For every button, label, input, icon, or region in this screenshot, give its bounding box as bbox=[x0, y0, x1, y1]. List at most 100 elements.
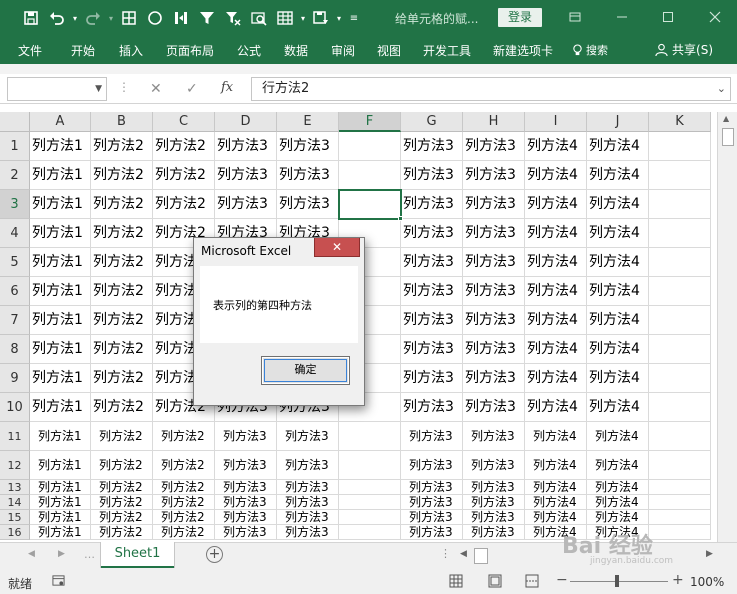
cell-g12[interactable]: 列方法3 bbox=[401, 451, 463, 480]
row-header-7[interactable]: 7 bbox=[0, 306, 30, 335]
insert-function-icon[interactable]: fx bbox=[221, 80, 233, 95]
cell-j1[interactable]: 列方法4 bbox=[587, 132, 649, 161]
cell-h1[interactable]: 列方法3 bbox=[463, 132, 525, 161]
save-dropdown-icon[interactable]: ▾ bbox=[334, 5, 344, 31]
cell-h8[interactable]: 列方法3 bbox=[463, 335, 525, 364]
find-icon[interactable] bbox=[246, 5, 272, 31]
cell-a2[interactable]: 列方法1 bbox=[30, 161, 91, 190]
cell-a7[interactable]: 列方法1 bbox=[30, 306, 91, 335]
scroll-left-icon[interactable]: ◀ bbox=[460, 549, 467, 559]
cell-j3[interactable]: 列方法4 bbox=[587, 190, 649, 219]
zoom-in-icon[interactable]: + bbox=[672, 572, 684, 588]
cell-c12[interactable]: 列方法2 bbox=[153, 451, 215, 480]
row-header-5[interactable]: 5 bbox=[0, 248, 30, 277]
column-header-h[interactable]: H bbox=[463, 112, 525, 132]
cell-h16[interactable]: 列方法3 bbox=[463, 525, 525, 540]
cell-g16[interactable]: 列方法3 bbox=[401, 525, 463, 540]
cell-h2[interactable]: 列方法3 bbox=[463, 161, 525, 190]
cell-j2[interactable]: 列方法4 bbox=[587, 161, 649, 190]
cell-k4[interactable] bbox=[649, 219, 711, 248]
cell-c1[interactable]: 列方法2 bbox=[153, 132, 215, 161]
cell-e15[interactable]: 列方法3 bbox=[277, 510, 339, 525]
row-header-2[interactable]: 2 bbox=[0, 161, 30, 190]
clear-filter-icon[interactable] bbox=[220, 5, 246, 31]
cell-e11[interactable]: 列方法3 bbox=[277, 422, 339, 451]
cell-a11[interactable]: 列方法1 bbox=[30, 422, 91, 451]
cell-k3[interactable] bbox=[649, 190, 711, 219]
tab-formulas[interactable]: 公式 bbox=[237, 42, 261, 59]
close-icon[interactable] bbox=[703, 6, 727, 28]
column-header-c[interactable]: C bbox=[153, 112, 215, 132]
cell-b13[interactable]: 列方法2 bbox=[91, 480, 153, 495]
add-sheet-icon[interactable]: + bbox=[206, 546, 223, 563]
tell-me-search[interactable]: 搜索 bbox=[572, 42, 608, 58]
tab-file[interactable]: 文件 bbox=[18, 42, 42, 59]
horizontal-scroll-thumb[interactable] bbox=[474, 548, 488, 564]
tab-new[interactable]: 新建选项卡 bbox=[493, 42, 553, 59]
cell-c2[interactable]: 列方法2 bbox=[153, 161, 215, 190]
cell-i7[interactable]: 列方法4 bbox=[525, 306, 587, 335]
cell-b11[interactable]: 列方法2 bbox=[91, 422, 153, 451]
sheet-overflow-icon[interactable]: … bbox=[84, 548, 95, 561]
cell-h10[interactable]: 列方法3 bbox=[463, 393, 525, 422]
cell-k7[interactable] bbox=[649, 306, 711, 335]
cell-j9[interactable]: 列方法4 bbox=[587, 364, 649, 393]
sheet-tab-sheet1[interactable]: Sheet1 bbox=[101, 542, 174, 568]
cell-b12[interactable]: 列方法2 bbox=[91, 451, 153, 480]
row-header-16[interactable]: 16 bbox=[0, 525, 30, 540]
cell-b16[interactable]: 列方法2 bbox=[91, 525, 153, 540]
cell-i13[interactable]: 列方法4 bbox=[525, 480, 587, 495]
minimize-icon[interactable] bbox=[610, 6, 634, 28]
cell-e13[interactable]: 列方法3 bbox=[277, 480, 339, 495]
cell-h4[interactable]: 列方法3 bbox=[463, 219, 525, 248]
circle-shape-icon[interactable] bbox=[142, 5, 168, 31]
scroll-up-icon[interactable]: ▲ bbox=[723, 114, 729, 123]
cell-a12[interactable]: 列方法1 bbox=[30, 451, 91, 480]
row-header-13[interactable]: 13 bbox=[0, 480, 30, 495]
row-header-14[interactable]: 14 bbox=[0, 495, 30, 510]
cell-j11[interactable]: 列方法4 bbox=[587, 422, 649, 451]
cell-h14[interactable]: 列方法3 bbox=[463, 495, 525, 510]
cell-k6[interactable] bbox=[649, 277, 711, 306]
redo-icon[interactable] bbox=[80, 5, 106, 31]
cell-k8[interactable] bbox=[649, 335, 711, 364]
cell-g1[interactable]: 列方法3 bbox=[401, 132, 463, 161]
cell-a15[interactable]: 列方法1 bbox=[30, 510, 91, 525]
cell-e1[interactable]: 列方法3 bbox=[277, 132, 339, 161]
cell-h6[interactable]: 列方法3 bbox=[463, 277, 525, 306]
cell-j12[interactable]: 列方法4 bbox=[587, 451, 649, 480]
tab-insert[interactable]: 插入 bbox=[119, 42, 143, 59]
cell-k14[interactable] bbox=[649, 495, 711, 510]
row-header-6[interactable]: 6 bbox=[0, 277, 30, 306]
cell-g11[interactable]: 列方法3 bbox=[401, 422, 463, 451]
cell-k2[interactable] bbox=[649, 161, 711, 190]
column-header-d[interactable]: D bbox=[215, 112, 277, 132]
next-sheet-icon[interactable]: ▶ bbox=[58, 549, 65, 559]
zoom-level[interactable]: 100% bbox=[690, 575, 724, 589]
tab-developer[interactable]: 开发工具 bbox=[423, 42, 471, 59]
cell-i6[interactable]: 列方法4 bbox=[525, 277, 587, 306]
cell-h13[interactable]: 列方法3 bbox=[463, 480, 525, 495]
filter-icon[interactable] bbox=[194, 5, 220, 31]
cell-j13[interactable]: 列方法4 bbox=[587, 480, 649, 495]
cell-d11[interactable]: 列方法3 bbox=[215, 422, 277, 451]
tab-home[interactable]: 开始 bbox=[71, 42, 95, 59]
cell-i5[interactable]: 列方法4 bbox=[525, 248, 587, 277]
cell-g9[interactable]: 列方法3 bbox=[401, 364, 463, 393]
cell-k12[interactable] bbox=[649, 451, 711, 480]
cell-j6[interactable]: 列方法4 bbox=[587, 277, 649, 306]
column-width-icon[interactable] bbox=[168, 5, 194, 31]
column-header-b[interactable]: B bbox=[91, 112, 153, 132]
cell-k10[interactable] bbox=[649, 393, 711, 422]
cell-g2[interactable]: 列方法3 bbox=[401, 161, 463, 190]
tab-split-icon[interactable]: ⋮ bbox=[440, 547, 451, 560]
redo-dropdown-icon[interactable]: ▾ bbox=[106, 5, 116, 31]
column-header-a[interactable]: A bbox=[30, 112, 91, 132]
cell-e12[interactable]: 列方法3 bbox=[277, 451, 339, 480]
table-dropdown-icon[interactable]: ▾ bbox=[298, 5, 308, 31]
cell-a16[interactable]: 列方法1 bbox=[30, 525, 91, 540]
row-header-3[interactable]: 3 bbox=[0, 190, 30, 219]
cell-b6[interactable]: 列方法2 bbox=[91, 277, 153, 306]
table-format-icon[interactable] bbox=[272, 5, 298, 31]
cell-j14[interactable]: 列方法4 bbox=[587, 495, 649, 510]
